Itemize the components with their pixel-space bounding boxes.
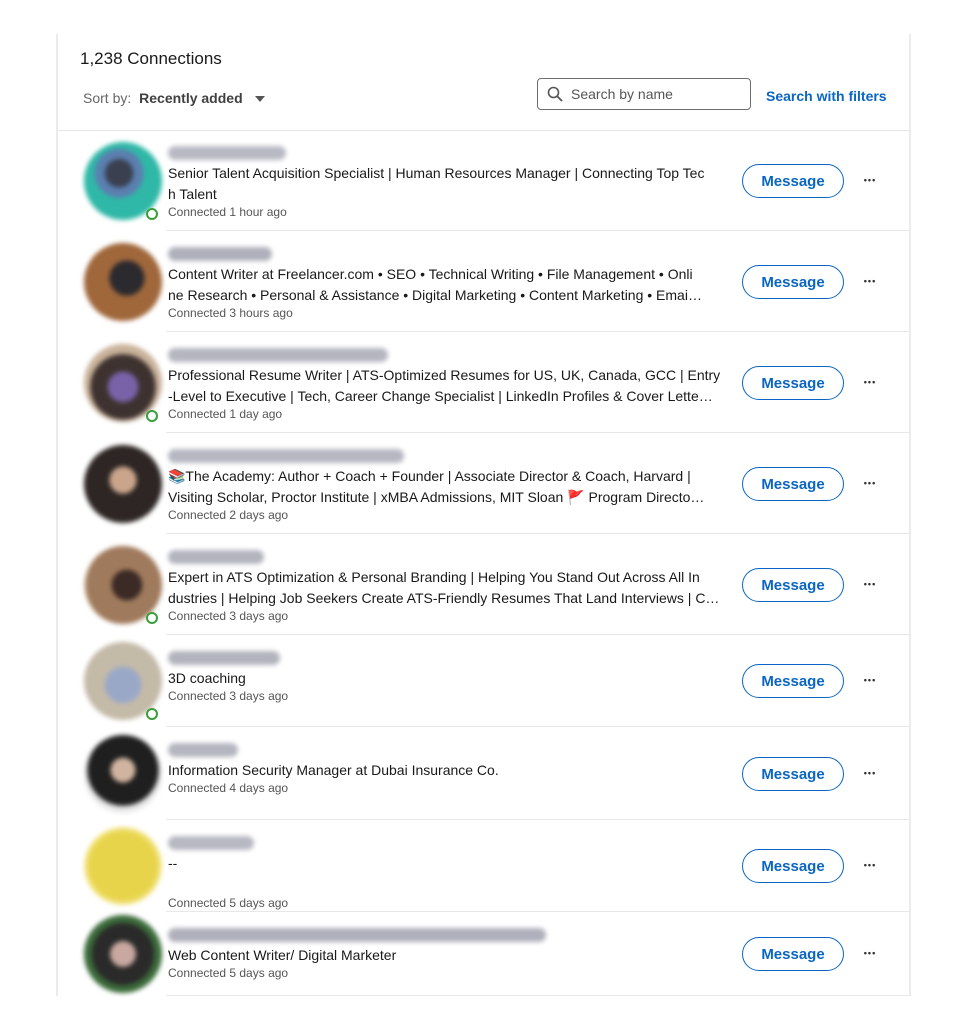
message-button[interactable]: Message (742, 164, 844, 198)
connection-headline: Professional Resume Writer | ATS-Optimiz… (168, 365, 730, 407)
more-options-icon[interactable]: ••• (855, 274, 885, 294)
headline-line: Content Writer at Freelancer.com • SEO •… (168, 266, 693, 282)
message-button[interactable]: Message (742, 937, 844, 971)
headline-line: Expert in ATS Optimization & Personal Br… (168, 569, 700, 585)
connection-name-blurred[interactable] (168, 550, 264, 564)
connection-name-blurred[interactable] (168, 449, 404, 463)
sort-value[interactable]: Recently added (139, 90, 242, 106)
connection-row[interactable]: Expert in ATS Optimization & Personal Br… (58, 534, 909, 635)
more-options-icon[interactable]: ••• (855, 673, 885, 693)
message-button[interactable]: Message (742, 757, 844, 791)
connection-row[interactable]: 📚The Academy: Author + Coach + Founder |… (58, 433, 909, 534)
more-options-icon[interactable]: ••• (855, 173, 885, 193)
message-button[interactable]: Message (742, 849, 844, 883)
connected-time: Connected 5 days ago (168, 966, 289, 980)
connected-time: Connected 3 hours ago (168, 306, 293, 320)
avatar[interactable] (84, 445, 162, 523)
connected-time: Connected 3 days ago (168, 689, 289, 703)
connection-row[interactable]: -- Connected 5 days ago Message ••• (58, 820, 909, 912)
connection-name-blurred[interactable] (168, 651, 280, 665)
headline-line: 3D coaching (168, 670, 246, 686)
search-input[interactable] (569, 85, 733, 103)
message-button[interactable]: Message (742, 366, 844, 400)
more-options-icon[interactable]: ••• (855, 766, 885, 786)
more-options-icon[interactable]: ••• (855, 476, 885, 496)
headline-line: -- (168, 855, 178, 871)
connection-name-blurred[interactable] (168, 146, 286, 160)
headline-line: 📚The Academy: Author + Coach + Founder |… (168, 468, 691, 484)
connection-headline: Content Writer at Freelancer.com • SEO •… (168, 264, 730, 306)
headline-line: dustries | Helping Job Seekers Create AT… (168, 590, 720, 606)
connection-headline: 📚The Academy: Author + Coach + Founder |… (168, 466, 730, 508)
row-divider (166, 995, 909, 996)
avatar[interactable] (84, 827, 162, 905)
connection-headline: 3D coaching (168, 668, 730, 689)
connection-row[interactable]: Information Security Manager at Dubai In… (58, 727, 909, 820)
caret-down-icon[interactable] (254, 96, 265, 103)
connection-row[interactable]: Senior Talent Acquisition Specialist | H… (58, 130, 909, 231)
connections-card: 1,238 Connections Sort by: Recently adde… (56, 34, 911, 996)
sort-dropdown[interactable]: Sort by: Recently added (83, 90, 265, 106)
avatar[interactable] (84, 915, 162, 993)
headline-line: ne Research • Personal & Assistance • Di… (168, 287, 702, 303)
connected-time: Connected 2 days ago (168, 508, 289, 522)
connection-name-blurred[interactable] (168, 247, 272, 261)
search-box[interactable] (537, 78, 751, 110)
connection-headline: Expert in ATS Optimization & Personal Br… (168, 567, 730, 609)
search-with-filters-link[interactable]: Search with filters (766, 88, 887, 104)
connection-row[interactable]: Content Writer at Freelancer.com • SEO •… (58, 231, 909, 332)
connected-time: Connected 5 days ago (168, 896, 289, 910)
more-options-icon[interactable]: ••• (855, 577, 885, 597)
message-button[interactable]: Message (742, 664, 844, 698)
connections-header: 1,238 Connections Sort by: Recently adde… (58, 34, 909, 131)
online-status-icon (146, 410, 158, 422)
headline-line: Information Security Manager at Dubai In… (168, 762, 499, 778)
avatar[interactable] (84, 735, 162, 813)
connection-headline: -- (168, 853, 730, 874)
connected-time: Connected 4 days ago (168, 781, 289, 795)
connected-time: Connected 1 hour ago (168, 205, 287, 219)
connected-time: Connected 3 days ago (168, 609, 289, 623)
more-options-icon[interactable]: ••• (855, 375, 885, 395)
connection-name-blurred[interactable] (168, 348, 388, 362)
message-button[interactable]: Message (742, 265, 844, 299)
more-options-icon[interactable]: ••• (855, 858, 885, 878)
online-status-icon (146, 612, 158, 624)
connected-time: Connected 1 day ago (168, 407, 283, 421)
sort-label: Sort by: (83, 90, 132, 106)
connection-name-blurred[interactable] (168, 836, 254, 850)
connection-headline: Information Security Manager at Dubai In… (168, 760, 730, 781)
headline-line: h Talent (168, 186, 217, 202)
headline-line: Web Content Writer/ Digital Marketer (168, 947, 397, 963)
headline-line: -Level to Executive | Tech, Career Chang… (168, 388, 713, 404)
headline-line: Professional Resume Writer | ATS-Optimiz… (168, 367, 721, 383)
connection-row[interactable]: 3D coaching Connected 3 days ago Message ••… (58, 635, 909, 727)
more-options-icon[interactable]: ••• (855, 946, 885, 966)
connection-name-blurred[interactable] (168, 928, 546, 942)
message-button[interactable]: Message (742, 467, 844, 501)
connection-row[interactable]: Professional Resume Writer | ATS-Optimiz… (58, 332, 909, 433)
avatar[interactable] (84, 243, 162, 321)
search-icon (547, 86, 563, 102)
headline-line: Visiting Scholar, Proctor Institute | xM… (168, 489, 705, 505)
online-status-icon (146, 708, 158, 720)
connection-row[interactable]: Web Content Writer/ Digital Marketer Conn… (58, 912, 909, 996)
connection-name-blurred[interactable] (168, 743, 238, 757)
online-status-icon (146, 208, 158, 220)
connection-headline: Senior Talent Acquisition Specialist | H… (168, 163, 730, 205)
connection-headline: Web Content Writer/ Digital Marketer (168, 945, 730, 966)
headline-line: Senior Talent Acquisition Specialist | H… (168, 165, 705, 181)
connections-count: 1,238 Connections (80, 49, 222, 68)
message-button[interactable]: Message (742, 568, 844, 602)
